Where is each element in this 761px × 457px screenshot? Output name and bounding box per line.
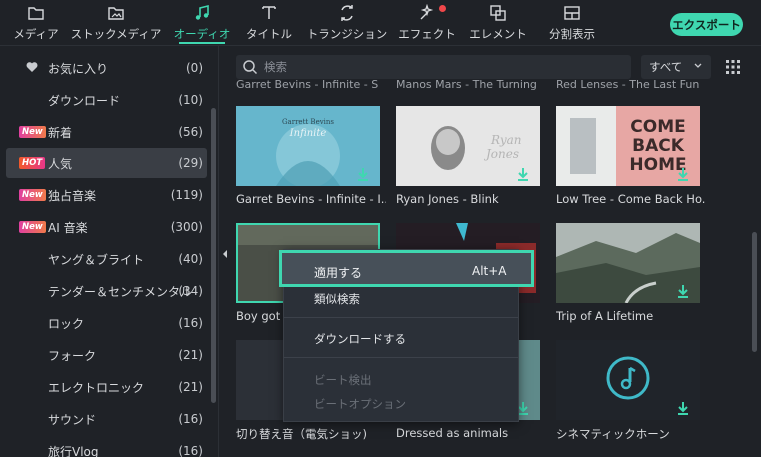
sidebar-item-tender-sentimental[interactable]: テンダー＆センチメンタル (34) bbox=[6, 276, 207, 306]
search-bar[interactable] bbox=[236, 55, 631, 79]
card-title: Ryan Jones - Blink bbox=[396, 192, 499, 206]
content-scrollbar[interactable] bbox=[752, 232, 757, 352]
download-icon[interactable] bbox=[676, 284, 690, 298]
album-art bbox=[556, 223, 700, 303]
elements-icon bbox=[490, 5, 506, 21]
tab-stock-media[interactable]: ストックメディア bbox=[71, 4, 161, 44]
card-title: Garret Bevins - Infinite - I... bbox=[236, 192, 386, 206]
sidebar-item-exclusive-music[interactable]: New 独占音楽 (119) bbox=[6, 180, 207, 210]
tab-media[interactable]: メディア bbox=[13, 4, 59, 44]
menu-item-beat-detect: ビート検出 bbox=[314, 373, 372, 387]
tab-titles[interactable]: タイトル bbox=[246, 4, 292, 44]
album-art bbox=[556, 340, 700, 420]
art-text: Garrett Bevins bbox=[282, 118, 334, 126]
new-badge: New bbox=[19, 221, 46, 233]
audio-category-sidebar: お気に入り (0) ダウンロード (10) New 新着 (56) HOT 人気… bbox=[0, 50, 218, 457]
text-icon bbox=[262, 6, 276, 19]
filter-dropdown[interactable]: すべて bbox=[641, 55, 711, 79]
card-caption-cut: Red Lenses - The Last Fun bbox=[556, 78, 699, 91]
sidebar-item-downloads[interactable]: ダウンロード (10) bbox=[6, 85, 207, 115]
album-art: COME BACK HOME bbox=[556, 106, 700, 186]
shortcut-label: Alt+A bbox=[472, 264, 507, 278]
panel-divider bbox=[218, 46, 219, 457]
active-tab-underline bbox=[179, 42, 225, 44]
card-title: 切り替え音（電気ショッ) bbox=[236, 427, 367, 441]
menu-item-apply[interactable]: 適用する Alt+A bbox=[279, 250, 534, 287]
audio-library-window: メディア ストックメディア オーディオ タイトル トランジション エフェクト エ… bbox=[0, 0, 761, 457]
sidebar-item-popular[interactable]: HOT 人気 (29) bbox=[6, 148, 207, 178]
split-screen-icon bbox=[564, 6, 580, 20]
card-caption-cut: Manos Mars - The Turning bbox=[396, 78, 537, 91]
stock-media-icon bbox=[108, 7, 124, 20]
new-badge: New bbox=[19, 126, 46, 138]
sidebar-item-rock[interactable]: ロック (16) bbox=[6, 308, 207, 338]
menu-separator bbox=[284, 357, 518, 358]
card-title: シネマティックホーン bbox=[556, 427, 670, 441]
card-title: Boy got s bbox=[236, 309, 282, 323]
download-icon[interactable] bbox=[516, 167, 530, 181]
sidebar-item-young-bright[interactable]: ヤング＆ブライト (40) bbox=[6, 244, 207, 274]
tab-elements[interactable]: エレメント bbox=[469, 4, 527, 44]
menu-item-download[interactable]: ダウンロードする bbox=[314, 331, 406, 347]
art-text: BACK bbox=[632, 136, 685, 156]
art-text: COME bbox=[630, 117, 685, 137]
search-icon bbox=[243, 60, 258, 75]
sidebar-item-new-arrivals[interactable]: New 新着 (56) bbox=[6, 117, 207, 147]
card-title: Trip of A Lifetime bbox=[556, 309, 654, 323]
album-art: Ryan Jones bbox=[396, 106, 540, 186]
art-text: Infinite bbox=[289, 128, 327, 139]
hot-badge: HOT bbox=[19, 157, 46, 169]
card-title: Low Tree - Come Back Ho... bbox=[556, 192, 706, 206]
chevron-down-icon bbox=[694, 63, 702, 68]
tab-transitions[interactable]: トランジション bbox=[307, 4, 387, 44]
sidebar-item-travel-vlog[interactable]: 旅行Vlog (16) bbox=[6, 436, 207, 457]
sidebar-item-favorites[interactable]: お気に入り (0) bbox=[6, 53, 207, 83]
tab-split-screen[interactable]: 分割表示 bbox=[546, 4, 598, 44]
grid-view-icon[interactable] bbox=[725, 59, 741, 75]
download-icon[interactable] bbox=[676, 401, 690, 415]
top-toolbar: メディア ストックメディア オーディオ タイトル トランジション エフェクト エ… bbox=[0, 0, 761, 46]
collapse-sidebar-icon[interactable] bbox=[220, 246, 230, 262]
menu-item-similar-search[interactable]: 類似検索 bbox=[314, 291, 360, 307]
menu-separator bbox=[284, 317, 518, 318]
sidebar-item-ai-music[interactable]: New AI 音楽 (300) bbox=[6, 212, 207, 242]
tab-effects[interactable]: エフェクト bbox=[398, 4, 456, 44]
card-caption-cut: Garret Bevins - Infinite - Sli bbox=[236, 78, 379, 91]
album-art: Garrett Bevins Infinite bbox=[236, 106, 380, 186]
sidebar-item-folk[interactable]: フォーク (21) bbox=[6, 340, 207, 370]
art-text: Jones bbox=[483, 147, 519, 161]
transition-icon bbox=[341, 5, 353, 21]
notification-dot bbox=[439, 5, 446, 12]
art-text: Ryan bbox=[490, 133, 522, 147]
card-title: Dressed as animals bbox=[396, 426, 509, 440]
new-badge: New bbox=[19, 189, 46, 201]
sidebar-item-electronic[interactable]: エレクトロニック (21) bbox=[6, 372, 207, 402]
heart-icon bbox=[26, 62, 38, 72]
tab-audio[interactable]: オーディオ bbox=[174, 4, 230, 44]
menu-item-beat-options: ビートオプション bbox=[314, 397, 406, 411]
download-icon[interactable] bbox=[676, 167, 690, 181]
sidebar-item-sound[interactable]: サウンド (16) bbox=[6, 404, 207, 434]
effects-icon bbox=[420, 4, 434, 20]
download-icon[interactable] bbox=[356, 167, 370, 181]
export-button[interactable]: エクスポート bbox=[670, 13, 743, 36]
sidebar-scrollbar[interactable] bbox=[211, 108, 216, 403]
music-note-icon bbox=[195, 4, 209, 20]
search-input[interactable] bbox=[264, 58, 614, 76]
folder-icon bbox=[28, 7, 44, 20]
